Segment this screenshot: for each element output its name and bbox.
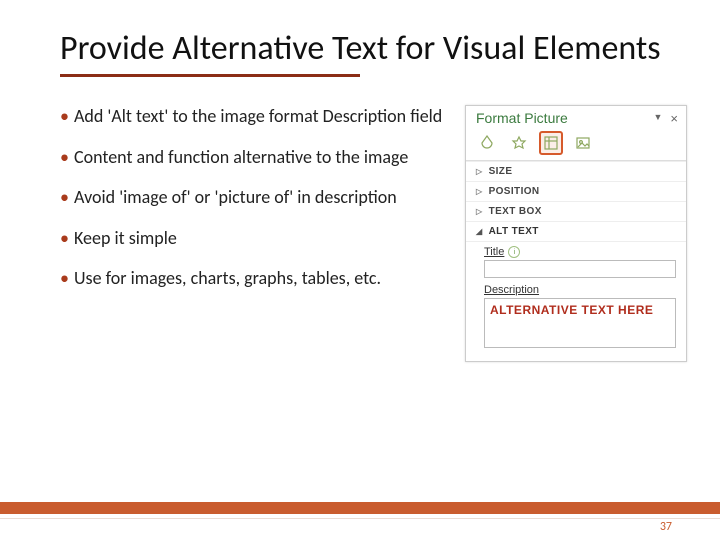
alttext-body: Title i Description <box>466 241 686 361</box>
close-icon[interactable]: × <box>670 112 678 125</box>
bullet-item: Add 'Alt text' to the image format Descr… <box>60 105 455 128</box>
effects-icon[interactable] <box>508 132 530 154</box>
alt-desc-input[interactable] <box>484 298 676 348</box>
chevron-down-icon: ◢ <box>476 227 483 236</box>
bullet-item: Keep it simple <box>60 227 455 250</box>
format-picture-panel: Format Picture ▼ × <box>465 105 687 362</box>
panel-title: Format Picture <box>476 110 568 126</box>
property-label: POSITION <box>489 186 540 197</box>
property-size[interactable]: ▷ SIZE <box>466 161 686 181</box>
picture-icon[interactable] <box>572 132 594 154</box>
size-properties-icon[interactable] <box>540 132 562 154</box>
title-underline <box>60 74 360 77</box>
page-number: 37 <box>660 520 672 534</box>
alt-title-label: Title <box>484 246 504 258</box>
alt-desc-label: Description <box>484 284 539 296</box>
footer-bar <box>0 502 720 514</box>
panel-tab-icons <box>466 128 686 160</box>
info-icon[interactable]: i <box>508 246 520 258</box>
panel-menu-icon[interactable]: ▼ <box>653 112 662 122</box>
chevron-right-icon: ▷ <box>476 167 483 176</box>
property-textbox[interactable]: ▷ TEXT BOX <box>466 201 686 221</box>
bullet-item: Content and function alternative to the … <box>60 146 455 169</box>
fill-icon[interactable] <box>476 132 498 154</box>
bullet-item: Avoid 'image of' or 'picture of' in desc… <box>60 186 455 209</box>
bullet-list: Add 'Alt text' to the image format Descr… <box>60 105 455 308</box>
bullet-item: Use for images, charts, graphs, tables, … <box>60 267 455 290</box>
property-label: SIZE <box>489 166 513 177</box>
chevron-right-icon: ▷ <box>476 187 483 196</box>
property-position[interactable]: ▷ POSITION <box>466 181 686 201</box>
property-alttext[interactable]: ◢ ALT TEXT <box>466 221 686 241</box>
chevron-right-icon: ▷ <box>476 207 483 216</box>
slide-title: Provide Alternative Text for Visual Elem… <box>60 30 680 68</box>
property-label: ALT TEXT <box>489 226 539 237</box>
panel-header: Format Picture ▼ × <box>466 106 686 128</box>
property-label: TEXT BOX <box>489 206 542 217</box>
alt-title-input[interactable] <box>484 260 676 278</box>
